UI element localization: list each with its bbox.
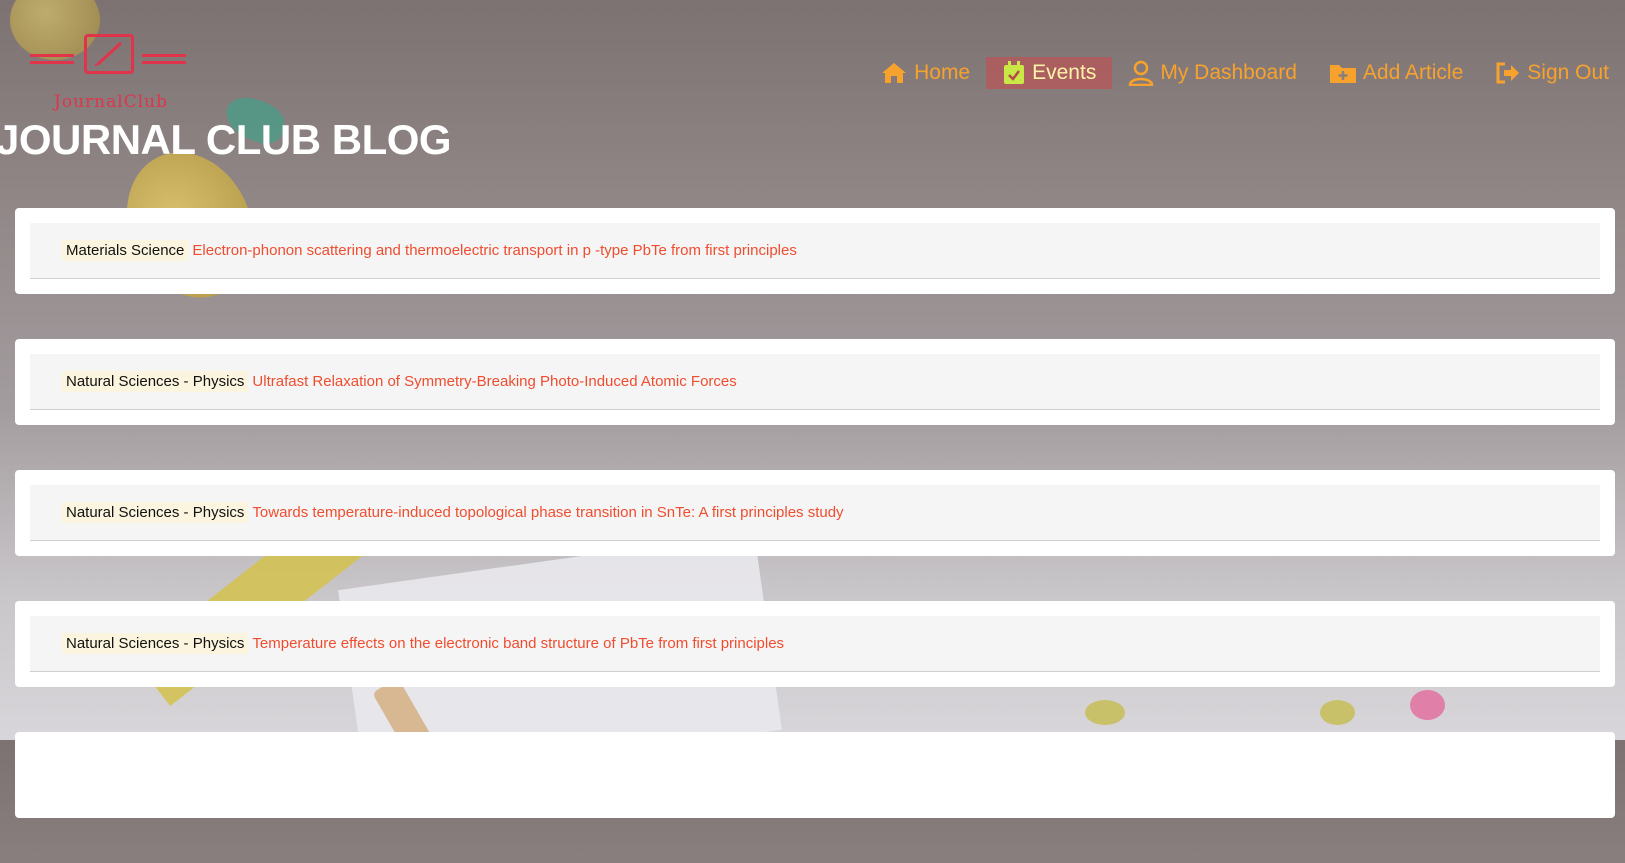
site-logo[interactable]: JournalClub bbox=[30, 34, 192, 116]
nav-sign-out-label: Sign Out bbox=[1527, 61, 1609, 84]
article-card: Natural Sciences - Physics Ultrafast Rel… bbox=[15, 339, 1615, 425]
article-card: Materials Science Electron-phonon scatte… bbox=[15, 208, 1615, 294]
sign-out-icon bbox=[1496, 62, 1520, 84]
nav-add-article-label: Add Article bbox=[1362, 61, 1464, 84]
article-title-link[interactable]: Temperature effects on the electronic ba… bbox=[252, 635, 784, 652]
user-icon bbox=[1129, 60, 1154, 86]
article-category: Materials Science bbox=[62, 240, 189, 261]
logo-bar bbox=[30, 61, 74, 64]
page-title: JOURNAL CLUB BLOG bbox=[0, 116, 452, 163]
logo-text: JournalClub bbox=[54, 92, 168, 112]
article-row: Materials Science Electron-phonon scatte… bbox=[30, 223, 1600, 279]
article-card: Natural Sciences - Physics Towards tempe… bbox=[15, 470, 1615, 556]
nav-home[interactable]: Home bbox=[864, 57, 986, 89]
article-title-link[interactable]: Electron-phonon scattering and thermoele… bbox=[192, 242, 796, 259]
article-row: Natural Sciences - Physics Towards tempe… bbox=[30, 485, 1600, 541]
article-title-link[interactable]: Towards temperature-induced topological … bbox=[252, 504, 843, 521]
article-category: Natural Sciences - Physics bbox=[62, 371, 249, 392]
nav-dashboard[interactable]: My Dashboard bbox=[1112, 57, 1313, 89]
nav-sign-out[interactable]: Sign Out bbox=[1479, 57, 1625, 89]
article-card-partial bbox=[15, 732, 1615, 818]
calendar-check-icon bbox=[1004, 61, 1025, 84]
folder-plus-icon bbox=[1329, 65, 1356, 83]
nav-events-label: Events bbox=[1032, 61, 1097, 84]
nav-home-label: Home bbox=[914, 61, 971, 84]
article-category: Natural Sciences - Physics bbox=[62, 502, 249, 523]
article-title-link[interactable]: Ultrafast Relaxation of Symmetry-Breakin… bbox=[252, 373, 736, 390]
article-row: Natural Sciences - Physics Ultrafast Rel… bbox=[30, 354, 1600, 410]
logo-bar bbox=[142, 54, 186, 57]
article-row: Natural Sciences - Physics Temperature e… bbox=[30, 616, 1600, 672]
article-category: Natural Sciences - Physics bbox=[62, 633, 249, 654]
nav-events[interactable]: Events bbox=[986, 57, 1113, 89]
logo-bar bbox=[30, 54, 74, 57]
nav-dashboard-label: My Dashboard bbox=[1160, 61, 1297, 84]
nav-add-article[interactable]: Add Article bbox=[1313, 57, 1479, 89]
article-list: Materials Science Electron-phonon scatte… bbox=[15, 208, 1615, 863]
logo-bar bbox=[142, 61, 186, 64]
main-nav: Home Events My Dashboard Add Article Sig… bbox=[864, 57, 1625, 89]
home-icon bbox=[882, 63, 907, 83]
article-card: Natural Sciences - Physics Temperature e… bbox=[15, 601, 1615, 687]
notebook-pencil-icon bbox=[84, 34, 134, 74]
